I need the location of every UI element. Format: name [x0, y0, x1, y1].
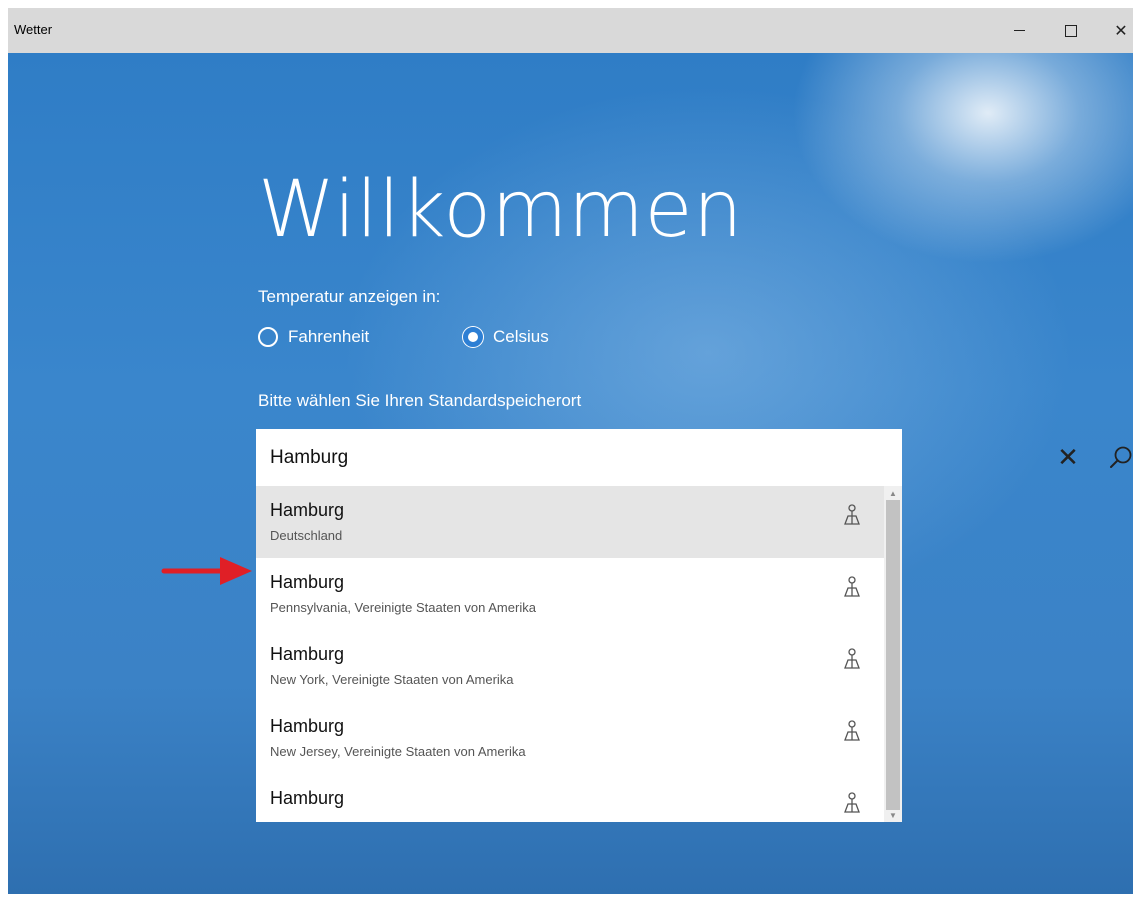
location-pin-icon [844, 792, 860, 813]
location-pin-icon [844, 504, 860, 525]
scroll-thumb[interactable] [886, 500, 900, 810]
list-item[interactable]: Hamburg Pennsylvania, Vereinigte Staaten… [256, 558, 884, 630]
result-name: Hamburg [270, 788, 345, 808]
scroll-down-icon[interactable]: ▼ [884, 808, 902, 822]
result-name: Hamburg [270, 500, 345, 520]
list-item[interactable]: Hamburg Deutschland [256, 486, 884, 558]
result-name: Hamburg [270, 572, 345, 592]
result-detail: Deutschland [270, 528, 343, 543]
list-item[interactable]: Hamburg New Jersey, Vereinigte Staaten v… [256, 702, 884, 774]
welcome-page: Willkommen Temperatur anzeigen in: Fahre… [8, 53, 1133, 894]
maximize-button[interactable] [1048, 8, 1094, 53]
location-pin-icon [844, 720, 860, 741]
close-icon: ✕ [1114, 22, 1128, 40]
search-value: Hamburg [270, 447, 349, 468]
location-pin-icon [844, 576, 860, 597]
minimize-icon [1013, 30, 1025, 31]
result-name: Hamburg [270, 716, 345, 736]
scroll-up-icon[interactable]: ▲ [884, 486, 902, 500]
location-pin-icon [844, 648, 860, 669]
radio-fahrenheit-label: Fahrenheit [288, 327, 370, 346]
radio-checked-icon [463, 327, 483, 347]
welcome-heading: Willkommen [258, 165, 743, 255]
list-item[interactable]: Hamburg New York, Vereinigte Staaten von… [256, 630, 884, 702]
radio-celsius[interactable]: Celsius [463, 327, 549, 347]
result-detail: New Jersey, Vereinigte Staaten von Ameri… [270, 744, 526, 759]
minimize-button[interactable] [996, 8, 1042, 53]
title-bar: Wetter ✕ [8, 8, 1133, 53]
radio-fahrenheit[interactable]: Fahrenheit [258, 327, 369, 347]
radio-celsius-label: Celsius [493, 327, 549, 346]
maximize-icon [1065, 24, 1077, 37]
app-window: Wetter ✕ Willkommen Temperatur anzeigen … [8, 8, 1133, 894]
window-title: Wetter [14, 22, 53, 37]
result-name: Hamburg [270, 644, 345, 664]
search-results-list: Hamburg Deutschland Hamburg Pennsylvania… [256, 486, 902, 822]
results-scrollbar[interactable]: ▲ ▼ [884, 486, 902, 822]
list-item[interactable]: Hamburg [256, 774, 884, 822]
location-label: Bitte wählen Sie Ihren Standardspeichero… [258, 391, 582, 410]
result-detail: New York, Vereinigte Staaten von Amerika [270, 672, 514, 687]
annotation-arrow [161, 557, 252, 585]
temperature-label: Temperatur anzeigen in: [258, 287, 441, 306]
search-icon[interactable] [1108, 445, 1133, 471]
radio-unchecked-icon [258, 327, 278, 347]
clear-icon[interactable]: ✕ [1056, 442, 1080, 472]
close-button[interactable]: ✕ [1098, 8, 1133, 53]
location-search-input[interactable]: Hamburg ✕ [256, 429, 1132, 486]
result-detail: Pennsylvania, Vereinigte Staaten von Ame… [270, 600, 536, 615]
